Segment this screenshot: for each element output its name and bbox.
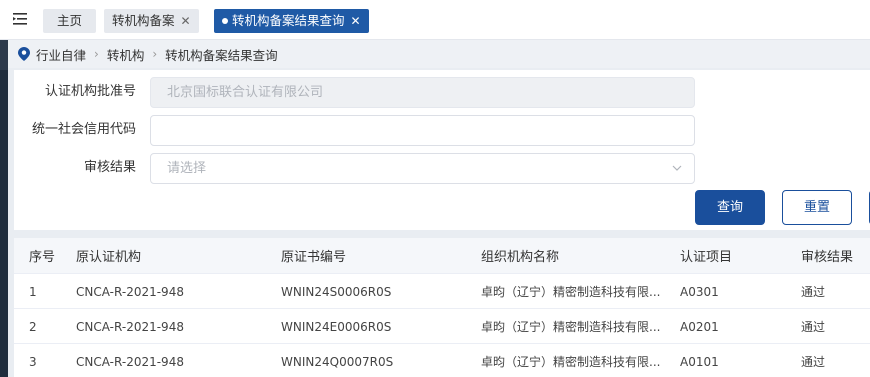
table-row[interactable]: 2 CNCA-R-2021-948 WNIN24E0006R0S 卓昀（辽宁）精… bbox=[14, 310, 870, 344]
tab-transfer-filing-result-query[interactable]: 转机构备案结果查询 ✕ bbox=[214, 9, 369, 33]
chevron-down-icon bbox=[672, 165, 682, 171]
approval-no-field: 北京国标联合认证有限公司 bbox=[150, 77, 695, 108]
cell-index: 3 bbox=[29, 354, 37, 369]
query-button[interactable]: 查询 bbox=[695, 190, 765, 225]
breadcrumb: 行业自律 › 转机构 › 转机构备案结果查询 bbox=[8, 40, 870, 68]
credit-code-input[interactable] bbox=[150, 115, 695, 146]
cell-original-agency: CNCA-R-2021-948 bbox=[76, 319, 184, 334]
sidebar-edge bbox=[0, 0, 8, 377]
hamburger-icon[interactable] bbox=[13, 12, 29, 26]
tab-label: 转机构备案结果查询 bbox=[232, 13, 345, 28]
cell-organization-name: 卓昀（辽宁）精密制造科技有限... bbox=[481, 355, 661, 369]
breadcrumb-item-industry-self-discipline[interactable]: 行业自律 bbox=[36, 45, 86, 64]
header-cert-project: 认证项目 bbox=[680, 250, 733, 265]
tabs-bar: 主页 转机构备案 ✕ 转机构备案结果查询 ✕ bbox=[0, 0, 870, 40]
chevron-right-icon: › bbox=[94, 47, 99, 61]
breadcrumb-item-transfer[interactable]: 转机构 bbox=[107, 45, 145, 64]
cell-original-cert-no: WNIN24Q0007R0S bbox=[281, 354, 394, 369]
cell-review-result: 通过 bbox=[801, 320, 826, 334]
cell-organization-name: 卓昀（辽宁）精密制造科技有限... bbox=[481, 285, 661, 299]
result-label: 审核结果 bbox=[83, 160, 136, 175]
tab-home[interactable]: 主页 bbox=[43, 9, 96, 33]
tab-transfer-filing[interactable]: 转机构备案 ✕ bbox=[104, 9, 199, 33]
cell-original-agency: CNCA-R-2021-948 bbox=[76, 354, 184, 369]
cell-original-cert-no: WNIN24S0006R0S bbox=[281, 284, 392, 299]
cell-cert-project: A0301 bbox=[680, 284, 719, 299]
header-review-result: 审核结果 bbox=[801, 250, 854, 265]
reset-button[interactable]: 重置 bbox=[782, 190, 852, 225]
results-table: 序号 原认证机构 原证书编号 组织机构名称 认证项目 审核结果 1 CNCA-R… bbox=[14, 238, 870, 377]
header-original-cert-no: 原证书编号 bbox=[281, 250, 347, 265]
approval-no-label: 认证机构批准号 bbox=[44, 84, 136, 99]
cell-review-result: 通过 bbox=[801, 355, 826, 369]
chevron-right-icon: › bbox=[152, 47, 158, 61]
header-index: 序号 bbox=[29, 250, 56, 265]
cell-cert-project: A0201 bbox=[680, 319, 719, 334]
tab-label: 转机构备案 bbox=[112, 13, 175, 28]
cell-original-agency: CNCA-R-2021-948 bbox=[76, 284, 184, 299]
cell-organization-name: 卓昀（辽宁）精密制造科技有限... bbox=[481, 320, 661, 334]
table-row[interactable]: 3 CNCA-R-2021-948 WNIN24Q0007R0S 卓昀（辽宁）精… bbox=[14, 345, 870, 377]
result-select-placeholder: 请选择 bbox=[167, 161, 207, 176]
table-header: 序号 原认证机构 原证书编号 组织机构名称 认证项目 审核结果 bbox=[14, 238, 870, 274]
cell-original-cert-no: WNIN24E0006R0S bbox=[281, 319, 392, 334]
credit-code-label: 统一社会信用代码 bbox=[31, 122, 136, 137]
tab-label: 主页 bbox=[56, 13, 82, 28]
close-icon[interactable]: ✕ bbox=[181, 14, 191, 28]
cell-cert-project: A0101 bbox=[680, 354, 719, 369]
close-icon[interactable]: ✕ bbox=[351, 14, 361, 28]
result-select[interactable]: 请选择 bbox=[150, 153, 695, 184]
breadcrumb-item-current: 转机构备案结果查询 bbox=[165, 47, 278, 63]
cell-index: 1 bbox=[29, 284, 37, 299]
header-organization-name: 组织机构名称 bbox=[481, 250, 560, 265]
table-row[interactable]: 1 CNCA-R-2021-948 WNIN24S0006R0S 卓昀（辽宁）精… bbox=[14, 275, 870, 309]
cell-index: 2 bbox=[29, 319, 37, 334]
location-pin-icon bbox=[18, 47, 30, 61]
active-dot-icon bbox=[222, 17, 228, 24]
cell-review-result: 通过 bbox=[801, 285, 826, 299]
search-form: 认证机构批准号 北京国标联合认证有限公司 统一社会信用代码 审核结果 请选择 查… bbox=[14, 70, 870, 230]
header-original-agency: 原认证机构 bbox=[76, 250, 142, 265]
